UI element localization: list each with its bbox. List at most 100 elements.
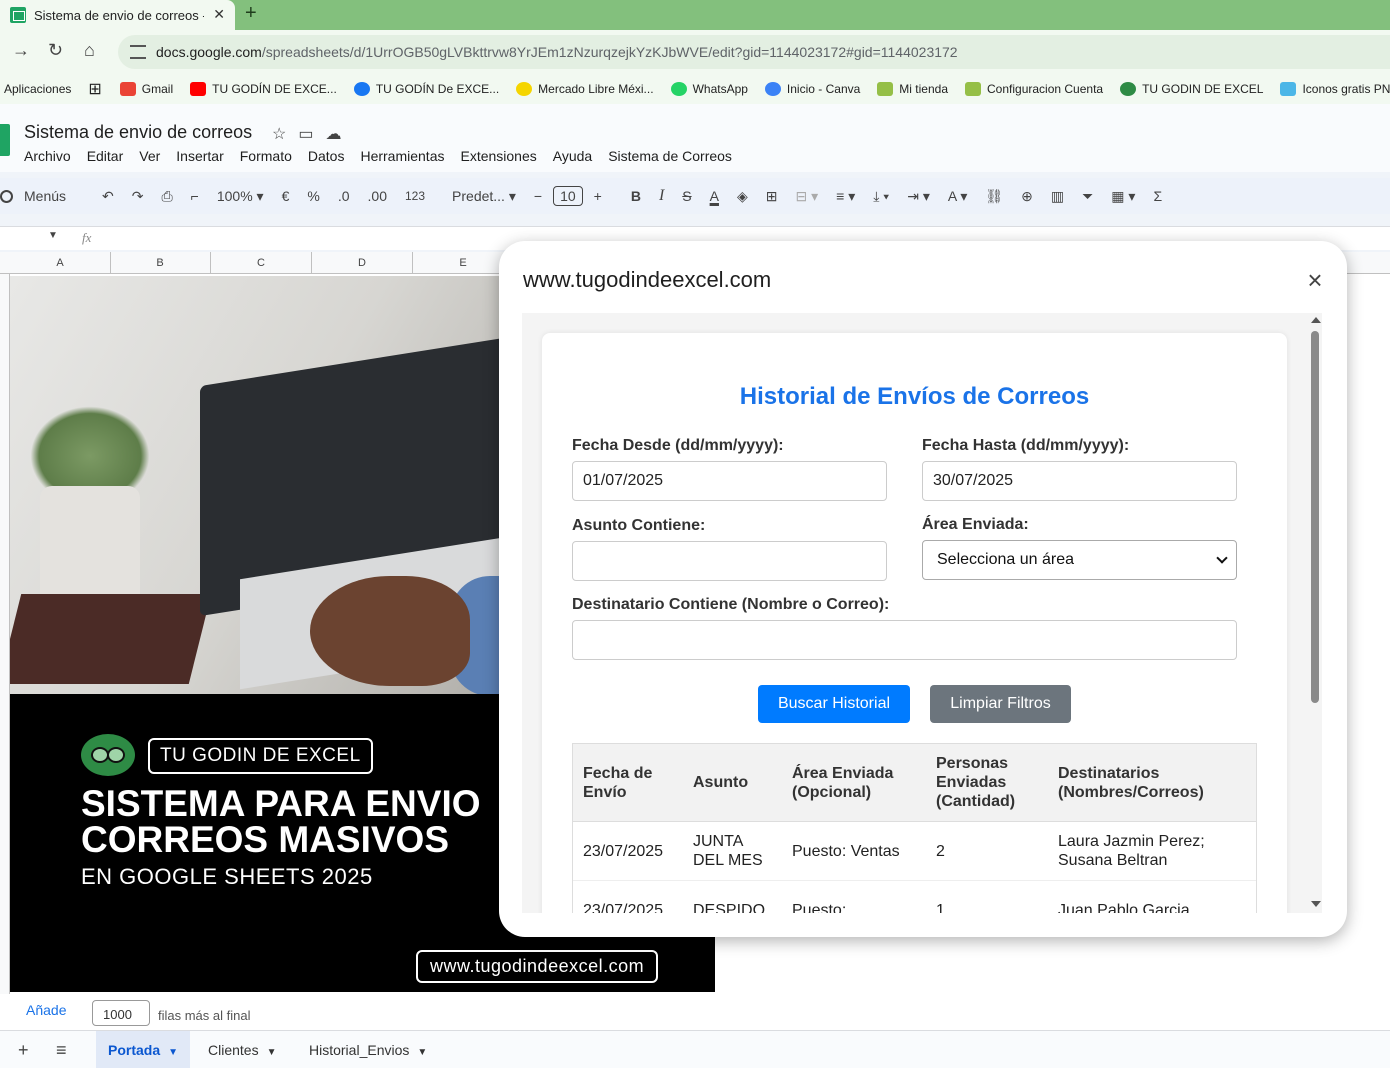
sheet-tab-menu-icon[interactable]: ▼	[417, 1047, 427, 1058]
site-settings-icon[interactable]	[130, 45, 146, 59]
url-host: docs.google.com	[156, 44, 262, 60]
decrease-decimal-button[interactable]: .0	[338, 188, 350, 204]
increase-decimal-button[interactable]: .00	[368, 188, 387, 204]
percent-format-button[interactable]: %	[307, 188, 319, 204]
more-formats-button[interactable]: 123	[405, 189, 425, 203]
font-size-decrease-icon[interactable]: −	[534, 188, 542, 204]
fecha-desde-input[interactable]: 01/07/2025	[572, 461, 887, 501]
close-dialog-icon[interactable]: ×	[1305, 267, 1325, 293]
menu-item[interactable]: Archivo	[24, 148, 71, 164]
menu-item[interactable]: Ver	[139, 148, 160, 164]
bookmark-item[interactable]: Aplicaciones	[4, 82, 71, 96]
menu-item[interactable]: Ayuda	[553, 148, 592, 164]
strikethrough-button[interactable]: S	[682, 188, 691, 204]
asunto-input[interactable]	[572, 541, 887, 581]
filter-views-icon[interactable]: ▦ ▾	[1111, 188, 1135, 205]
bookmark-item[interactable]: WhatsApp	[670, 82, 748, 96]
scroll-down-icon[interactable]	[1311, 901, 1321, 907]
text-rotation-icon[interactable]: A ▾	[948, 188, 967, 205]
vertical-align-icon[interactable]: ⤓ ▾	[873, 188, 889, 205]
cloud-status-icon[interactable]: ☁	[325, 126, 353, 143]
filter-icon[interactable]: ⏷	[1082, 188, 1093, 205]
zoom-select[interactable]: 100% ▾	[217, 188, 264, 205]
functions-button[interactable]: Σ	[1153, 188, 1162, 204]
merge-cells-icon[interactable]: ⊟ ▾	[795, 188, 818, 205]
sheet-tab-historial-envios[interactable]: Historial_Envios ▼	[297, 1031, 439, 1068]
menu-item[interactable]: Editar	[87, 148, 124, 164]
dialog-content[interactable]: Historial de Envíos de Correos Fecha Des…	[522, 313, 1322, 913]
menu-item[interactable]: Datos	[308, 148, 345, 164]
sheet-tab-menu-icon[interactable]: ▼	[168, 1047, 178, 1058]
search-history-button[interactable]: Buscar Historial	[758, 685, 910, 723]
column-header[interactable]: C	[211, 252, 312, 274]
name-box-dropdown-icon[interactable]: ▼	[48, 230, 58, 241]
new-tab-button[interactable]: +	[245, 2, 257, 25]
menu-item[interactable]: Sistema de Correos	[608, 148, 732, 164]
bookmark-item[interactable]: Gmail	[119, 82, 173, 96]
bookmark-item[interactable]: TU GODÍN DE EXCE...	[190, 82, 337, 96]
destinatario-input[interactable]	[572, 620, 1237, 660]
history-table-body: 23/07/2025 JUNTA DEL MES Puesto: Ventas 2 La…	[573, 822, 1256, 913]
bookmark-item[interactable]: Iconos gratis PNG, I...	[1280, 82, 1390, 96]
insert-comment-icon[interactable]: ⊕	[1021, 188, 1033, 205]
horizontal-align-icon[interactable]: ≡ ▾	[836, 188, 855, 205]
sheet-tab-menu-icon[interactable]: ▼	[267, 1047, 277, 1058]
bookmark-item[interactable]: TU GODÍN De EXCE...	[353, 82, 499, 96]
url-field[interactable]: docs.google.com/spreadsheets/d/1UrrOGB50…	[118, 35, 1390, 69]
menu-item[interactable]: Insertar	[176, 148, 223, 164]
fecha-hasta-input[interactable]: 30/07/2025	[922, 461, 1237, 501]
bookmark-item[interactable]: Configuracion Cuenta	[965, 82, 1103, 96]
sheets-logo-icon[interactable]	[0, 124, 10, 156]
insert-chart-icon[interactable]: ▥	[1051, 188, 1064, 205]
star-icon[interactable]: ☆	[272, 126, 298, 143]
bookmark-label: Inicio - Canva	[786, 82, 861, 96]
menu-search-button[interactable]: Menús	[0, 188, 84, 204]
bookmark-item[interactable]: Mercado Libre Méxi...	[516, 82, 654, 96]
menu-item[interactable]: Herramientas	[360, 148, 444, 164]
fill-color-icon[interactable]: ◈	[737, 188, 748, 205]
text-color-button[interactable]: A	[710, 188, 719, 204]
redo-icon[interactable]: ↷	[132, 188, 144, 205]
clear-filters-button[interactable]: Limpiar Filtros	[930, 685, 1071, 723]
reload-icon[interactable]: ↻	[48, 40, 63, 61]
undo-icon[interactable]: ↶	[102, 188, 114, 205]
move-folder-icon[interactable]: ▭	[298, 126, 325, 143]
table-header-cell: Personas Enviadas (Cantidad)	[936, 755, 1016, 810]
bookmark-item[interactable]: Mi tienda	[877, 82, 948, 96]
menu-item[interactable]: Formato	[240, 148, 292, 164]
insert-link-icon[interactable]: ⛓	[985, 188, 1003, 205]
bookmark-item[interactable]: TU GODIN DE EXCEL	[1120, 82, 1263, 96]
apps-grid-icon[interactable]: ⊞	[88, 79, 101, 99]
add-sheet-icon[interactable]: +	[18, 1040, 29, 1061]
scroll-thumb[interactable]	[1311, 331, 1319, 703]
add-rows-button[interactable]: Añade	[26, 1002, 66, 1018]
dialog-scrollbar[interactable]	[1308, 313, 1322, 913]
bookmark-item[interactable]: Inicio - Canva	[764, 82, 861, 96]
area-select[interactable]: Selecciona un área	[922, 540, 1237, 580]
font-size-input[interactable]: 10	[553, 186, 583, 206]
borders-icon[interactable]: ⊞	[766, 188, 778, 205]
text-wrap-icon[interactable]: ⇥ ▾	[907, 188, 930, 205]
add-rows-count-input[interactable]: 1000	[92, 1000, 150, 1026]
bold-button[interactable]: B	[631, 188, 641, 204]
menu-item[interactable]: Extensiones	[460, 148, 536, 164]
scroll-up-icon[interactable]	[1311, 317, 1321, 323]
print-icon[interactable]: ⎙	[161, 188, 172, 205]
sheet-tab-portada[interactable]: Portada ▼	[96, 1031, 191, 1068]
home-icon[interactable]: ⌂	[84, 40, 95, 61]
font-select[interactable]: Predet... ▾	[452, 188, 516, 205]
column-header[interactable]: B	[110, 252, 211, 274]
column-header[interactable]: A	[10, 252, 111, 274]
paint-format-icon[interactable]: ⌐	[191, 188, 199, 204]
browser-tab[interactable]: Sistema de envio de correos - H ✕	[0, 0, 235, 30]
close-tab-icon[interactable]: ✕	[213, 6, 225, 23]
currency-format-button[interactable]: €	[282, 188, 290, 204]
sheet-tab-clientes[interactable]: Clientes ▼	[196, 1031, 289, 1068]
column-header[interactable]: D	[312, 252, 413, 274]
document-title[interactable]: Sistema de envio de correos	[24, 122, 252, 143]
all-sheets-icon[interactable]: ≡	[56, 1040, 67, 1061]
forward-icon[interactable]: →	[12, 40, 30, 61]
italic-button[interactable]: I	[659, 187, 664, 205]
font-size-increase-icon[interactable]: +	[594, 188, 602, 204]
flaticon-icon	[1280, 82, 1297, 96]
